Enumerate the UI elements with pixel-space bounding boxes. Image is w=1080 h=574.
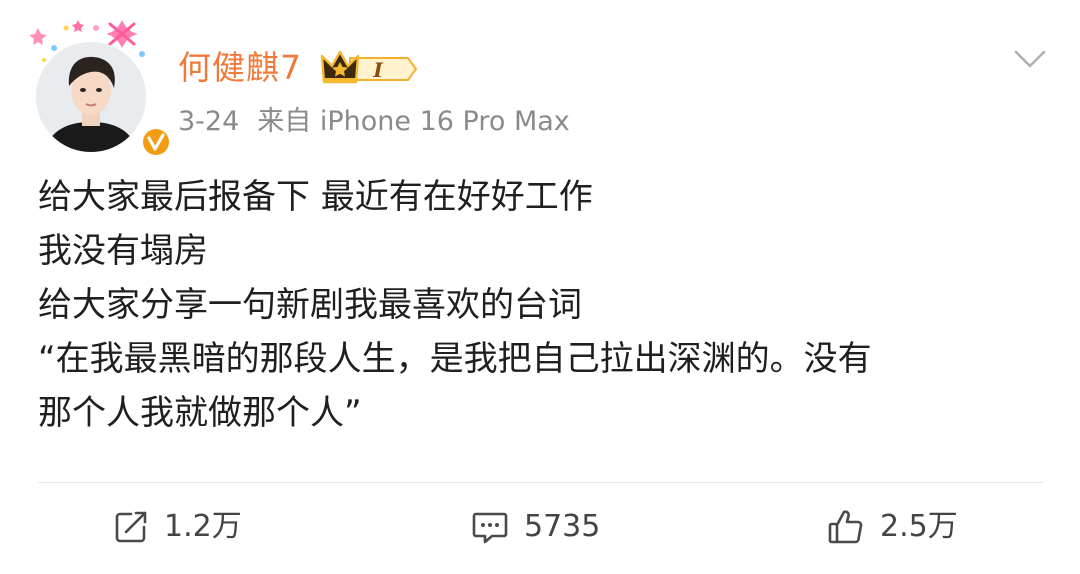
- post-text: 给大家最后报备下 最近有在好好工作 我没有塌房 给大家分享一句新剧我最喜欢的台词…: [38, 170, 1043, 440]
- thumbs-up-icon: [828, 510, 863, 544]
- post-source: 来自 iPhone 16 Pro Max: [257, 106, 570, 137]
- like-count: 2.5万: [880, 509, 958, 544]
- avatar[interactable]: [36, 42, 146, 152]
- avatar-portrait-icon: [36, 42, 146, 152]
- comment-icon: [472, 512, 508, 544]
- post-line: 给大家最后报备下 最近有在好好工作: [38, 177, 593, 217]
- comment-count: 5735: [524, 509, 601, 544]
- post-meta: 3-24 来自 iPhone 16 Pro Max: [178, 102, 570, 142]
- post-line: 我没有塌房: [38, 231, 208, 271]
- verified-badge-icon: [140, 126, 172, 158]
- post-line: “在我最黑暗的那段人生，是我把自己拉出深渊的。没有: [38, 339, 872, 379]
- repost-icon: [115, 511, 147, 543]
- like-button[interactable]: 2.5万: [826, 504, 958, 550]
- post-date: 3-24: [178, 106, 240, 137]
- post-line: 那个人我就做那个人”: [38, 393, 362, 433]
- vip-level-text: I: [372, 58, 383, 82]
- avatar-block[interactable]: [30, 14, 172, 158]
- comment-button[interactable]: 5735: [470, 504, 600, 550]
- username[interactable]: 何健麒7: [178, 45, 302, 91]
- post-line: 给大家分享一句新剧我最喜欢的台词: [38, 285, 582, 325]
- divider: [38, 482, 1043, 483]
- chevron-down-icon[interactable]: [1010, 44, 1050, 74]
- vip-crown-badge-icon[interactable]: I: [320, 48, 418, 90]
- repost-count: 1.2万: [164, 509, 242, 544]
- repost-button[interactable]: 1.2万: [112, 504, 242, 550]
